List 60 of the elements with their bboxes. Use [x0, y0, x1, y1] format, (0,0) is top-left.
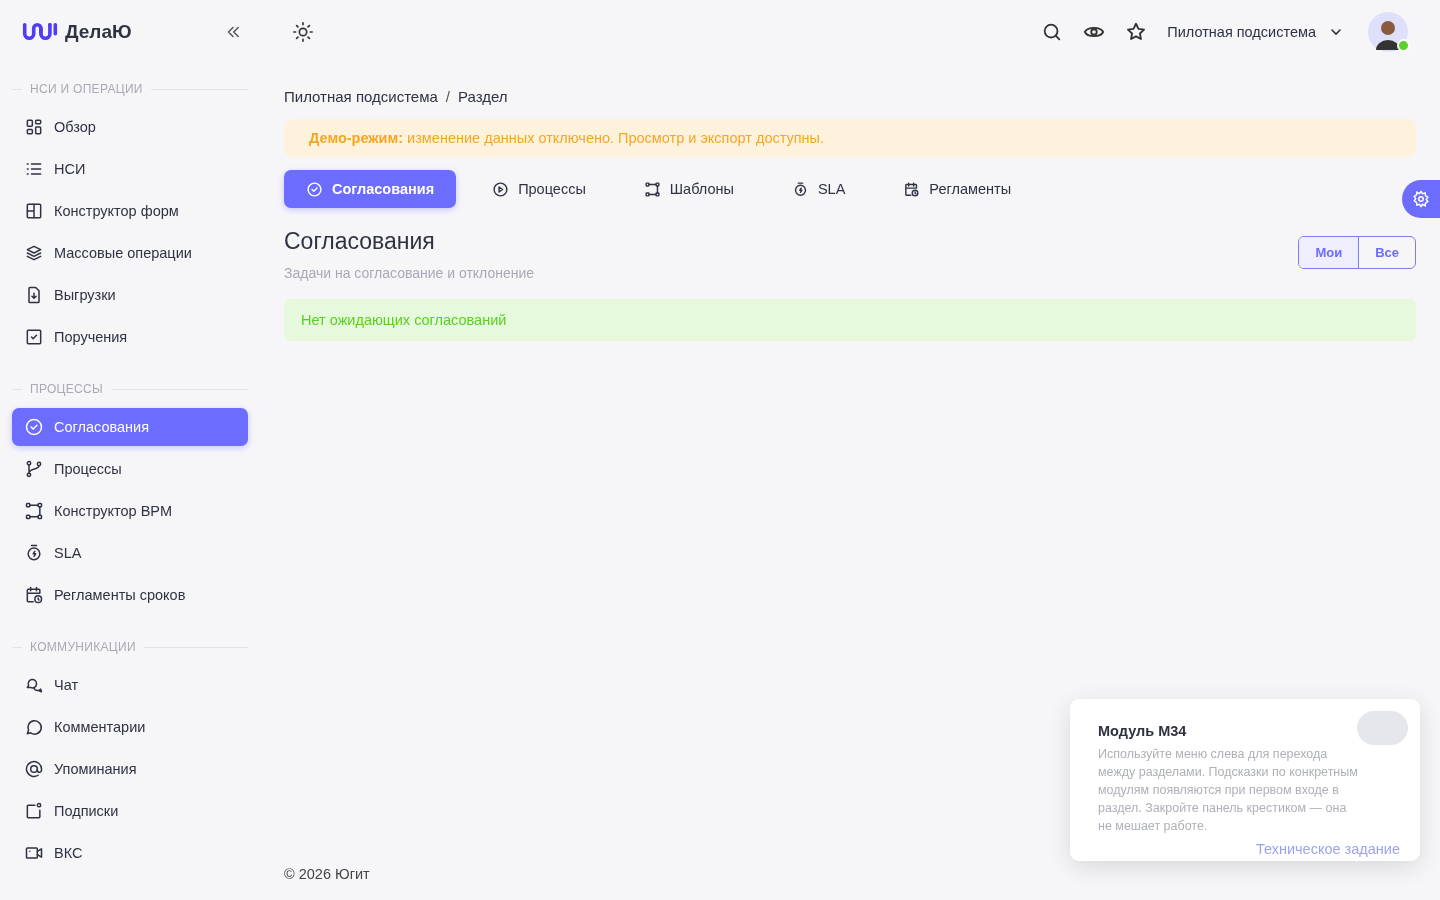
settings-button[interactable] [1402, 180, 1440, 218]
hint-text: Используйте меню слева для перехода между разделами. Подсказки по конкретным модулям появляются при первом входе в раздел. Закройте панель крестиком — она не мешает работе. [1098, 746, 1358, 835]
sidebar-item[interactable]: Процессы [12, 450, 248, 488]
settings-icon [1412, 190, 1430, 208]
page-title: Согласования [284, 228, 436, 255]
subscription-icon [24, 801, 44, 821]
stopwatch-icon [24, 543, 44, 563]
sidebar-item[interactable]: Комментарии [12, 708, 248, 746]
calendar-clock-icon [903, 180, 921, 198]
at-icon [24, 759, 44, 779]
tab[interactable]: Согласования [284, 170, 457, 208]
dashboard-icon [24, 117, 44, 137]
tab[interactable]: Процессы [470, 170, 608, 208]
breadcrumb-separator: / [445, 88, 451, 105]
empty-message: Нет ожидающих согласований [301, 312, 507, 328]
sidebar-item[interactable]: Подписки [12, 792, 248, 830]
layers-icon [24, 243, 44, 263]
tab[interactable]: Шаблоны [621, 170, 756, 208]
sidebar-item[interactable]: SLA [12, 534, 248, 572]
sidebar-item[interactable]: Поручения [12, 318, 248, 356]
online-dot [1397, 39, 1410, 52]
copyright: © 2026 Югит [284, 866, 370, 882]
banner-text: Демо-режим: изменение данных отключено. Просмотр и экспорт доступны. [309, 130, 825, 146]
sidebar-item[interactable]: ВКС [12, 834, 248, 872]
calendar-clock-icon [24, 585, 44, 605]
sidebar-item[interactable]: Регламенты сроков [12, 576, 248, 614]
hint-title: Модуль М34 [1098, 723, 1188, 739]
comment-icon [24, 717, 44, 737]
checkbox-icon [24, 327, 44, 347]
sidebar-item[interactable]: Конструктор форм [12, 192, 248, 230]
filter-button[interactable]: Мои [1299, 237, 1359, 268]
star-icon[interactable] [1125, 21, 1148, 43]
check-circle-icon [306, 180, 323, 198]
sidebar-item[interactable]: Конструктор BPM [12, 492, 248, 530]
tab[interactable]: Регламенты [881, 170, 1034, 208]
breadcrumb[interactable]: Раздел [458, 88, 508, 105]
breadcrumb[interactable]: Пилотная подсистема [284, 88, 438, 105]
section-title: КОММУНИКАЦИИ [30, 640, 136, 654]
theme-icon[interactable] [292, 21, 314, 43]
sidebar-item[interactable]: Массовые операции [12, 234, 248, 272]
flow-icon [24, 501, 44, 521]
sidebar-item[interactable]: Выгрузки [12, 276, 248, 314]
branch-icon [24, 459, 44, 479]
filter-button[interactable]: Все [1358, 237, 1415, 268]
section-title: НСИ И ОПЕРАЦИИ [30, 82, 143, 96]
flow-icon [643, 180, 661, 198]
play-icon [492, 180, 510, 198]
sidebar-item[interactable]: Согласования [12, 408, 248, 446]
section-title: ПРОЦЕССЫ [30, 382, 103, 396]
sidebar-item[interactable]: Упоминания [12, 750, 248, 788]
page-subtitle: Задачи на согласование и отклонение [284, 265, 535, 281]
check-circle-icon [24, 417, 44, 437]
tab[interactable]: SLA [769, 170, 868, 208]
layout-icon [24, 201, 44, 221]
sidebar-item[interactable]: Чат [12, 666, 248, 704]
subsystem-dropdown[interactable]: Пилотная подсистема [1167, 24, 1344, 40]
avatar[interactable] [1368, 12, 1408, 52]
sidebar-item[interactable]: НСИ [12, 150, 248, 188]
sidebar-item[interactable]: Обзор [12, 108, 248, 146]
brand-name: ДелаЮ [65, 21, 133, 43]
